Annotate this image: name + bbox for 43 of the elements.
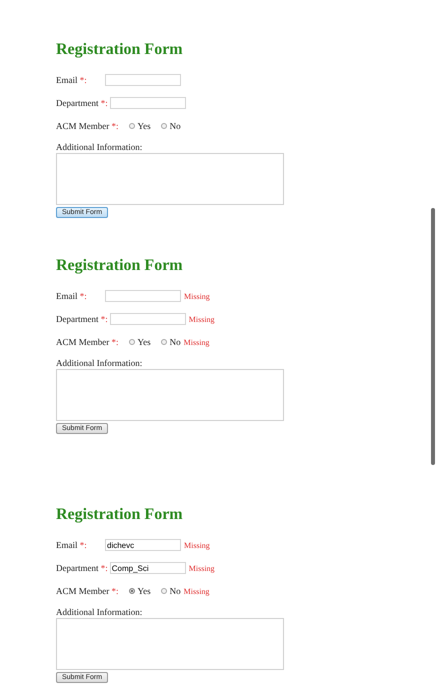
form-title: Registration Form [56, 41, 183, 59]
text-area[interactable] [56, 618, 284, 670]
field-label: Email *: [56, 291, 88, 301]
field-label: Additional Information: [56, 358, 142, 369]
text-area[interactable] [56, 369, 284, 421]
field-label: Department *: [56, 98, 108, 108]
radio-label[interactable]: No [170, 121, 181, 131]
radio-label[interactable]: No [170, 586, 181, 596]
form-title: Registration Form [56, 506, 183, 524]
text-field[interactable] [110, 313, 186, 325]
radio-button[interactable] [160, 339, 167, 345]
text-field[interactable] [105, 74, 181, 86]
error-message: Missing [184, 338, 210, 346]
text-field[interactable] [105, 290, 181, 302]
field-label: ACM Member *: [56, 586, 119, 596]
radio-button[interactable] [128, 123, 135, 129]
field-label: Additional Information: [56, 142, 142, 153]
radio-label[interactable]: Yes [138, 121, 151, 131]
text-field[interactable]: Comp_Sci [110, 562, 186, 574]
error-message: Missing [184, 540, 210, 550]
radio-button[interactable] [128, 588, 135, 594]
field-label: Department *: [56, 314, 108, 324]
text-field[interactable]: dichevc [105, 539, 181, 551]
field-label: Additional Information: [56, 607, 142, 618]
field-label: ACM Member *: [56, 337, 119, 347]
field-label: Email *: [56, 75, 88, 85]
radio-label[interactable]: No [170, 337, 181, 347]
radio-button[interactable] [128, 339, 135, 345]
error-message: Missing [184, 586, 210, 596]
form-title: Registration Form [56, 257, 183, 275]
radio-label[interactable]: Yes [138, 337, 151, 347]
scrollbar[interactable] [431, 208, 435, 465]
error-message: Missing [188, 314, 215, 324]
field-label: Department *: [56, 563, 108, 573]
error-message: Missing [184, 292, 210, 300]
radio-button[interactable] [160, 123, 167, 129]
text-area[interactable] [56, 153, 284, 205]
radio-button[interactable] [160, 588, 167, 594]
field-label: Email *: [56, 540, 88, 550]
radio-label[interactable]: Yes [138, 586, 151, 596]
error-message: Missing [188, 564, 215, 572]
text-field[interactable] [110, 97, 186, 109]
field-label: ACM Member *: [56, 121, 119, 131]
